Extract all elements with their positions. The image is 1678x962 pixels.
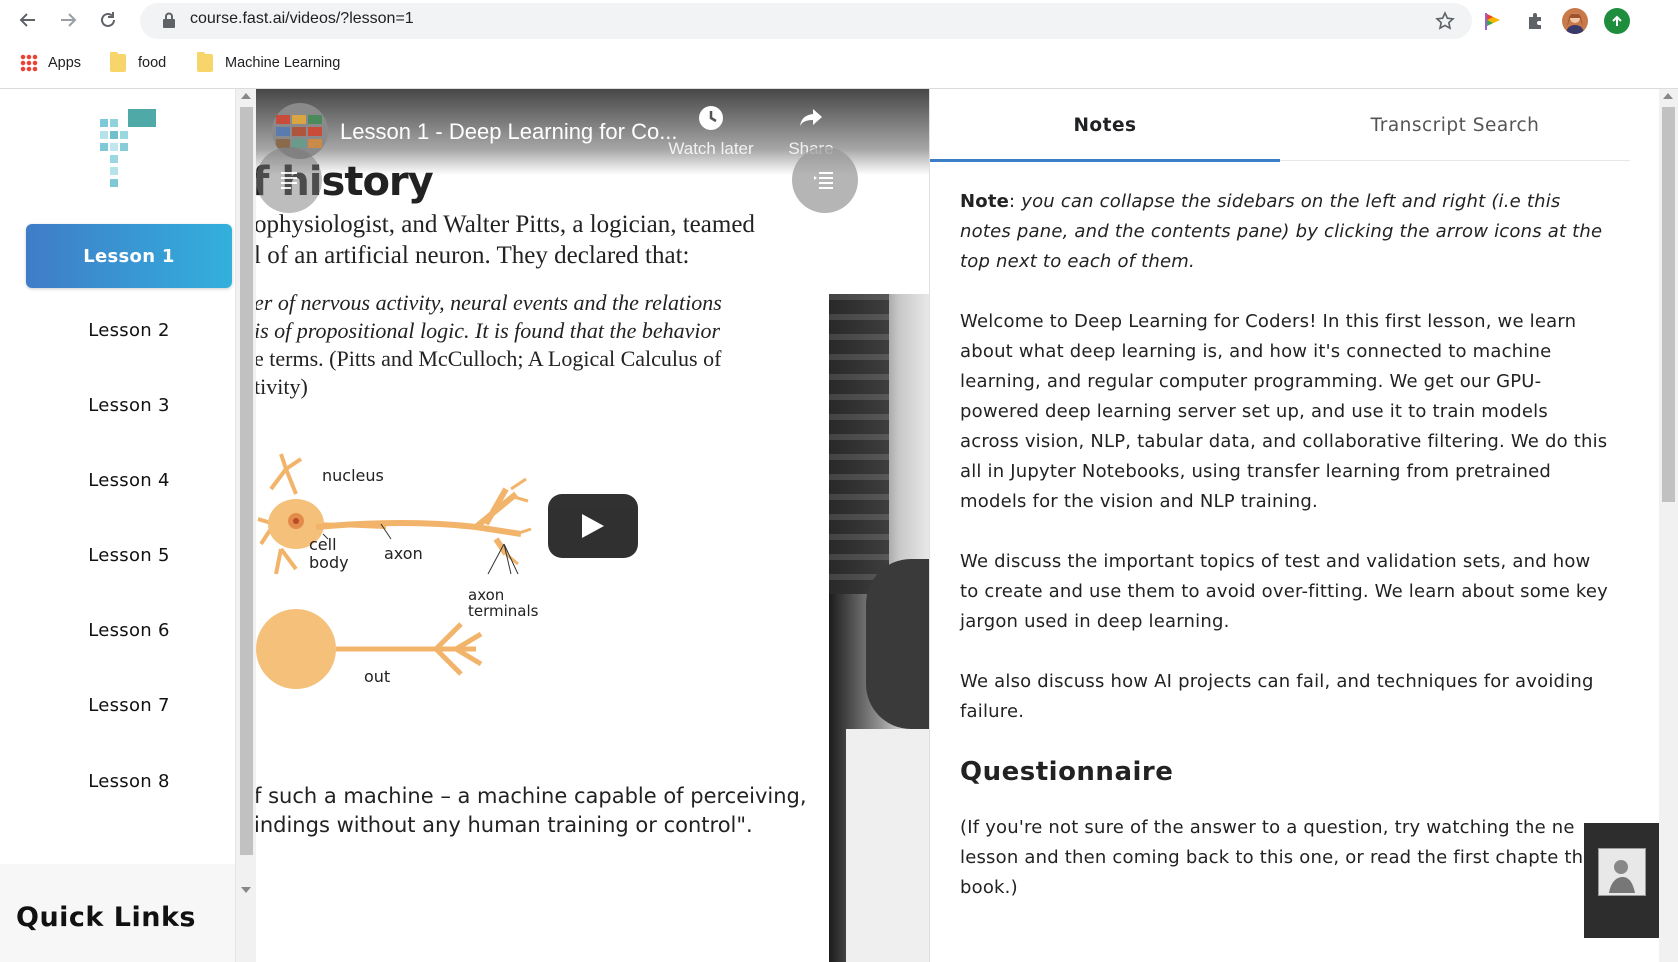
floating-widget-thumbnail[interactable]: [1598, 848, 1646, 896]
clock-icon: [696, 103, 726, 133]
folder-icon: [110, 52, 126, 72]
notes-content: Note: you can collapse the sidebars on t…: [960, 187, 1610, 933]
puzzle-extensions-icon[interactable]: [1522, 8, 1548, 34]
share-arrow-icon: [796, 103, 826, 133]
slide-line: indings without any human training or co…: [256, 813, 753, 837]
lesson-6-link[interactable]: Lesson 6: [26, 598, 232, 662]
questionnaire-heading: Questionnaire: [960, 757, 1174, 787]
sidebar-scrollbar[interactable]: [235, 89, 256, 962]
scrollbar-thumb[interactable]: [1662, 107, 1675, 502]
note-text: you can collapse the sidebars on the lef…: [960, 191, 1603, 272]
video-photo-person: [866, 559, 929, 729]
tab-transcript-search[interactable]: Transcript Search: [1280, 89, 1630, 161]
watch-later-button[interactable]: Watch later: [656, 103, 766, 159]
notes-paragraph: Welcome to Deep Learning for Coders! In …: [960, 311, 1608, 512]
bookmark-apps[interactable]: Apps: [20, 54, 81, 72]
lessons-sidebar: Lesson 1 Lesson 2 Lesson 3 Lesson 4 Less…: [0, 89, 235, 962]
bookmark-star-icon[interactable]: [1432, 8, 1458, 34]
diagram-label: out: [364, 667, 391, 686]
slide-line: l of an artificial neuron. They declared…: [256, 242, 690, 269]
video-title[interactable]: Lesson 1 - Deep Learning for Co...: [340, 119, 678, 145]
diagram-label: terminals: [468, 602, 539, 620]
notes-pane: Notes Transcript Search Note: you can co…: [929, 89, 1659, 962]
playlist-toggle-right-button[interactable]: [792, 147, 858, 213]
scrollbar-thumb[interactable]: [240, 107, 253, 855]
watch-later-label: Watch later: [668, 139, 754, 158]
bookmark-machine-learning[interactable]: Machine Learning: [197, 52, 341, 72]
fastai-logo: [98, 109, 158, 191]
playlist-toggle-left-button[interactable]: [256, 147, 322, 213]
bookmark-label: food: [138, 55, 167, 71]
lesson-3-link[interactable]: Lesson 3: [26, 373, 232, 437]
notes-paragraph: We discuss the important topics of test …: [960, 551, 1609, 632]
slide-line: ophysiologist, and Walter Pitts, a logic…: [256, 211, 755, 238]
url-text[interactable]: course.fast.ai/videos/?lesson=1: [190, 10, 414, 28]
questionnaire-intro: (If you're not sure of the answer to a q…: [960, 817, 1595, 898]
forward-arrow-icon[interactable]: [56, 8, 80, 32]
lesson-7-link[interactable]: Lesson 7: [26, 673, 232, 737]
flag-extension-icon[interactable]: [1480, 8, 1506, 34]
scroll-up-arrow-icon[interactable]: [1663, 93, 1673, 99]
video-photo-shelf: [829, 294, 889, 594]
list-icon: [281, 172, 297, 189]
quick-links-title: Quick Links: [16, 902, 196, 933]
quick-links-section: Quick Links: [0, 864, 235, 962]
video-player[interactable]: f history ophysiologist, and Walter Pitt…: [256, 89, 929, 962]
update-arrow-icon[interactable]: [1604, 8, 1630, 34]
bookmark-label: Apps: [48, 55, 82, 71]
notes-tabs: Notes Transcript Search: [930, 89, 1630, 162]
profile-avatar[interactable]: [1562, 8, 1588, 34]
tab-notes[interactable]: Notes: [930, 89, 1280, 162]
apps-grid-icon: [20, 54, 38, 72]
browser-chrome: course.fast.ai/videos/?lesson=1 Apps foo…: [0, 0, 1678, 89]
back-arrow-icon[interactable]: [16, 8, 40, 32]
play-icon: [582, 514, 604, 538]
folder-icon: [197, 52, 213, 72]
lesson-2-link[interactable]: Lesson 2: [26, 298, 232, 362]
scroll-down-arrow-icon[interactable]: [241, 887, 251, 893]
lock-icon[interactable]: [162, 12, 176, 32]
slide-quote-line: is of propositional logic. It is found t…: [256, 318, 721, 343]
lesson-5-link[interactable]: Lesson 5: [26, 523, 232, 587]
notes-paragraph: We also discuss how AI projects can fail…: [960, 671, 1594, 722]
diagram-label: axon: [384, 544, 423, 563]
page-scrollbar[interactable]: [1659, 89, 1678, 962]
lesson-4-link[interactable]: Lesson 4: [26, 448, 232, 512]
lesson-8-link[interactable]: Lesson 8: [26, 749, 232, 813]
reload-icon[interactable]: [96, 8, 120, 32]
note-label: Note: [960, 191, 1010, 212]
play-button[interactable]: [548, 494, 638, 558]
slide-quote-line: tivity): [256, 374, 308, 399]
diagram-label: cell: [309, 535, 337, 554]
slide-quote-line: er of nervous activity, neural events an…: [256, 290, 722, 315]
bookmarks-bar: Apps food Machine Learning: [0, 48, 1678, 80]
lesson-1-link[interactable]: Lesson 1: [26, 224, 232, 288]
diagram-label: body: [309, 553, 349, 572]
slide-quote-line: e terms. (Pitts and McCulloch; A Logical…: [256, 346, 722, 371]
slide-line: f such a machine – a machine capable of …: [256, 784, 807, 808]
note-callout: Note: you can collapse the sidebars on t…: [960, 191, 1603, 272]
bookmark-food[interactable]: food: [110, 52, 167, 72]
neuron-diagram: [256, 449, 576, 749]
diagram-label: nucleus: [322, 466, 384, 485]
scroll-up-arrow-icon[interactable]: [241, 93, 251, 99]
bookmark-label: Machine Learning: [225, 55, 341, 71]
video-photo-shirt: [846, 729, 929, 962]
playlist-icon: [814, 172, 833, 189]
